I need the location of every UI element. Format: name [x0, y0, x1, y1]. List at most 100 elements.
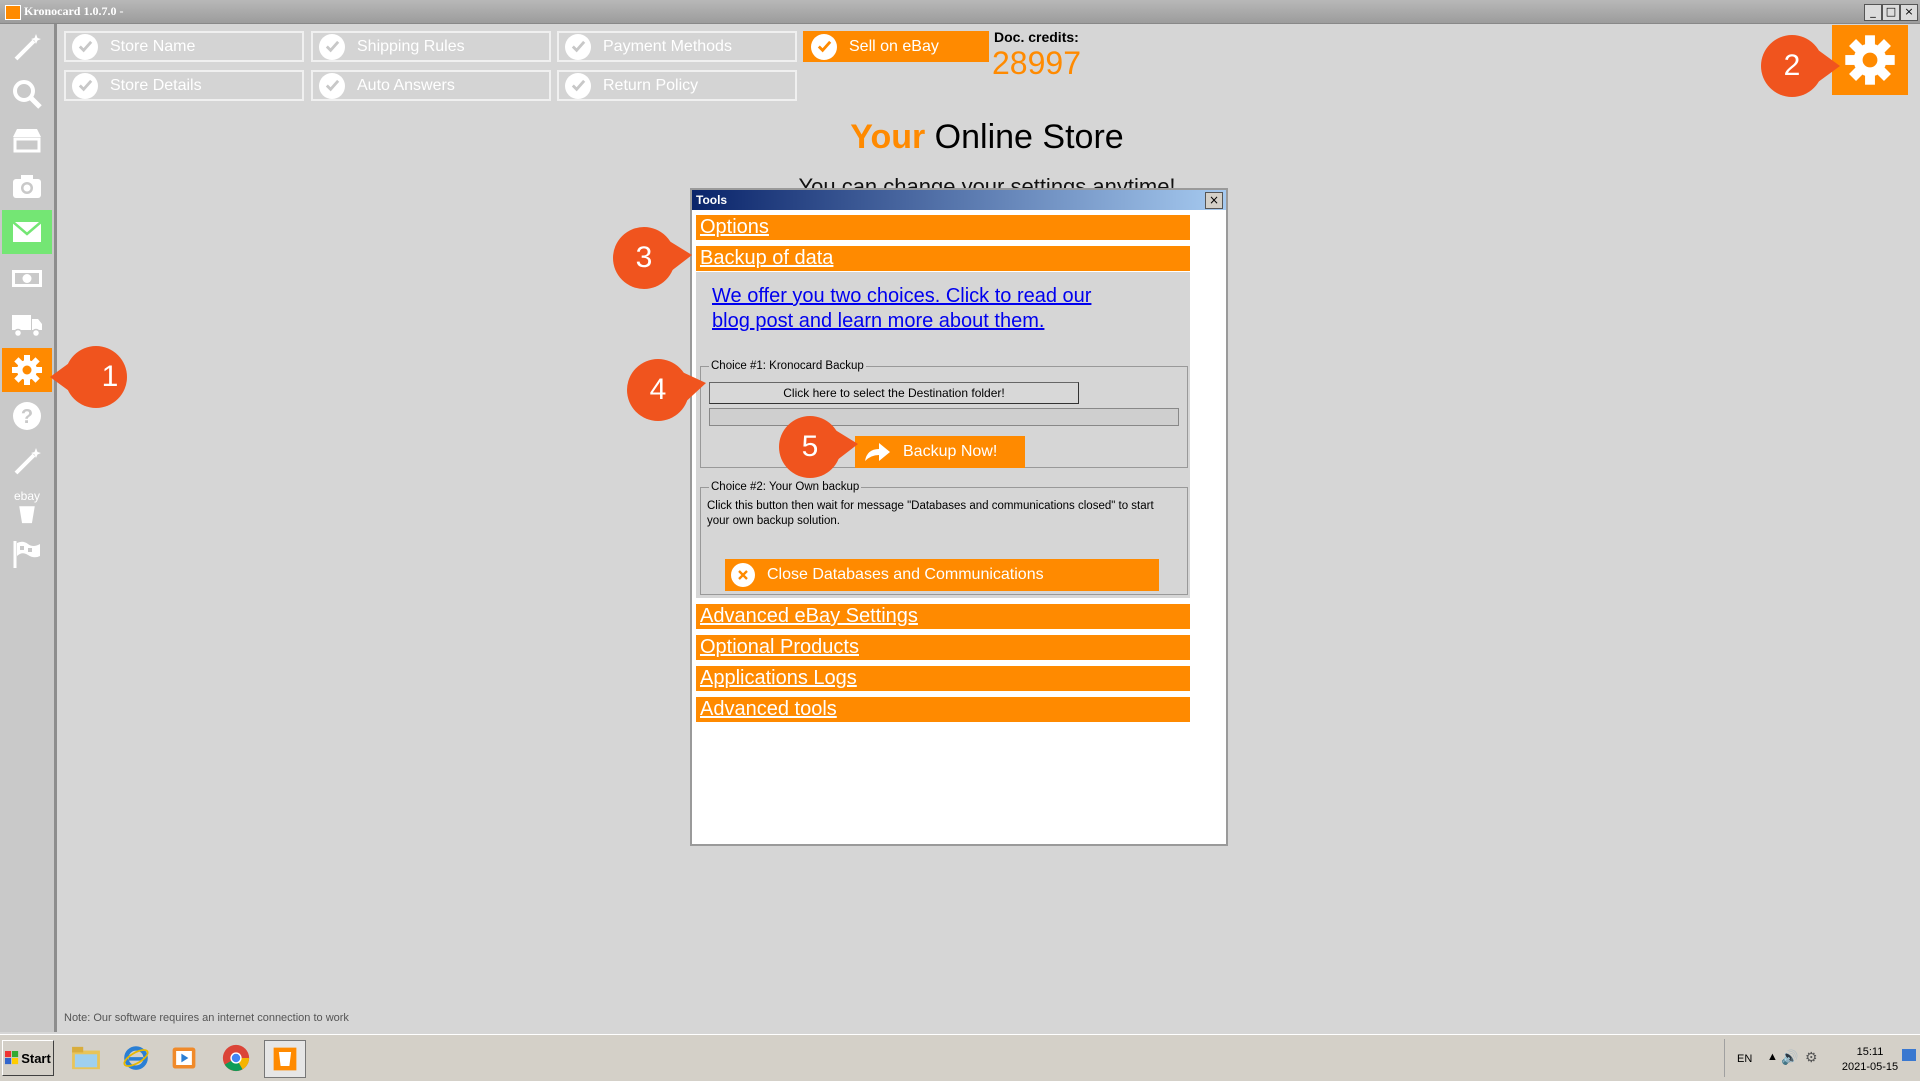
close-databases-button[interactable]: Close Databases and Communications — [725, 559, 1159, 591]
section-options[interactable]: Options — [696, 215, 1190, 240]
clock[interactable]: 15:11 2021-05-15 — [1830, 1045, 1910, 1075]
backup-now-button[interactable]: Backup Now! — [855, 436, 1025, 468]
shipping-rules-button[interactable]: Shipping Rules — [311, 31, 551, 62]
sidebar-item-shipping[interactable] — [2, 302, 52, 346]
select-destination-button[interactable]: Click here to select the Destination fol… — [709, 382, 1079, 404]
store-details-label: Store Details — [110, 76, 202, 94]
return-policy-button[interactable]: Return Policy — [557, 70, 797, 101]
callout-4-label: 4 — [649, 373, 667, 406]
check-icon — [319, 33, 345, 60]
ebay-label: ebay — [13, 489, 41, 503]
sidebar-item-ebay[interactable]: ebay — [2, 486, 52, 530]
sidebar-item-wizard-2[interactable] — [2, 440, 52, 484]
blog-post-link[interactable]: We offer you two choices. Click to read … — [712, 284, 1132, 334]
file-explorer-icon[interactable] — [66, 1040, 106, 1076]
start-button[interactable]: Start — [2, 1040, 54, 1076]
kronocard-icon[interactable] — [264, 1040, 306, 1078]
sidebar-item-settings[interactable] — [2, 348, 52, 392]
chrome-icon[interactable] — [216, 1040, 256, 1076]
check-icon — [72, 33, 98, 60]
check-icon — [811, 33, 837, 60]
backup-now-label: Backup Now! — [903, 443, 998, 460]
sidebar-item-payments[interactable] — [2, 256, 52, 300]
callout-2: 2 — [1758, 33, 1840, 97]
credits-label: Doc. credits: — [994, 29, 1079, 45]
store-name-button[interactable]: Store Name — [64, 31, 304, 62]
page-title-rest: Online Store — [925, 118, 1124, 156]
minimize-button[interactable]: _ — [1864, 4, 1882, 21]
clock-date: 2021-05-15 — [1841, 1061, 1899, 1073]
return-policy-label: Return Policy — [603, 76, 699, 94]
help-icon: ? — [13, 402, 41, 430]
settings-gear-button[interactable] — [1832, 25, 1908, 95]
page-title: Your Online Store — [0, 118, 1920, 157]
dialog-close-button[interactable]: × — [1205, 192, 1223, 209]
window-title-bar: Kronocard 1.0.7.0 - _ □ × — [0, 0, 1920, 24]
section-app-logs[interactable]: Applications Logs — [696, 666, 1190, 691]
network-icon[interactable]: ⚙ — [1805, 1049, 1818, 1066]
sidebar-item-help[interactable]: ? — [2, 394, 52, 438]
internet-explorer-icon[interactable] — [116, 1040, 156, 1076]
section-advanced-tools[interactable]: Advanced tools — [696, 697, 1190, 722]
sidebar-item-wizard[interactable] — [2, 26, 52, 70]
money-icon — [12, 270, 42, 287]
sidebar-item-search[interactable] — [2, 72, 52, 116]
volume-icon[interactable]: 🔊 — [1781, 1049, 1798, 1066]
callout-1: 1 — [50, 344, 134, 408]
callout-5: 5 — [776, 414, 858, 478]
window-title: Kronocard 1.0.7.0 - — [24, 4, 124, 18]
choice2-group: Choice #2: Your Own backup Click this bu… — [700, 481, 1188, 595]
search-icon — [13, 80, 42, 109]
callout-1-label: 1 — [101, 360, 119, 393]
choice2-description: Click this button then wait for message … — [707, 500, 1154, 527]
backup-panel: We offer you two choices. Click to read … — [696, 272, 1190, 598]
callout-5-label: 5 — [801, 430, 819, 463]
section-advanced-ebay[interactable]: Advanced eBay Settings — [696, 604, 1190, 629]
start-label: Start — [21, 1050, 51, 1066]
language-indicator[interactable]: EN — [1737, 1053, 1752, 1065]
choice2-legend: Choice #2: Your Own backup — [711, 481, 860, 493]
svg-text:?: ? — [21, 406, 33, 428]
payment-methods-button[interactable]: Payment Methods — [557, 31, 797, 62]
sell-on-ebay-button[interactable]: Sell on eBay — [803, 31, 989, 62]
connection-note: Note: Our software requires an internet … — [64, 1012, 349, 1024]
close-databases-label: Close Databases and Communications — [767, 566, 1044, 583]
choice1-legend: Choice #1: Kronocard Backup — [711, 360, 864, 372]
magic-wand-icon — [14, 34, 41, 61]
tray-expand-icon[interactable]: ▲ — [1767, 1051, 1778, 1063]
clock-time: 15:11 — [1856, 1046, 1884, 1058]
flags-icon — [13, 541, 40, 568]
callout-3: 3 — [610, 225, 692, 289]
check-icon — [565, 72, 591, 99]
gear-icon — [12, 355, 42, 385]
callout-2-label: 2 — [1783, 49, 1801, 82]
magic-wand-icon — [14, 448, 41, 475]
callout-3-label: 3 — [635, 241, 653, 274]
store-details-button[interactable]: Store Details — [64, 70, 304, 101]
choice1-group: Choice #1: Kronocard Backup Click here t… — [700, 360, 1188, 468]
section-optional-products[interactable]: Optional Products — [696, 635, 1190, 660]
close-window-button[interactable]: × — [1900, 4, 1918, 21]
taskbar: Start EN ▲ 🔊 ⚙ 15:11 2021-05-15 — [0, 1034, 1920, 1081]
auto-answers-button[interactable]: Auto Answers — [311, 70, 551, 101]
page-title-your: Your — [850, 118, 926, 156]
tools-dialog: Tools × Options Backup of data We offer … — [690, 188, 1228, 846]
share-arrow-icon — [865, 443, 890, 461]
windows-logo-icon — [5, 1051, 19, 1065]
app-icon — [5, 5, 21, 20]
dialog-title: Tools — [692, 190, 1226, 210]
media-player-icon[interactable] — [164, 1040, 204, 1076]
store-name-label: Store Name — [110, 37, 196, 55]
maximize-button[interactable]: □ — [1882, 4, 1900, 21]
credits-value: 28997 — [992, 45, 1081, 81]
payment-methods-label: Payment Methods — [603, 37, 732, 55]
envelope-icon — [12, 221, 42, 242]
gear-icon — [1845, 35, 1895, 85]
check-icon — [319, 72, 345, 99]
shipping-rules-label: Shipping Rules — [357, 37, 465, 55]
sidebar-item-messages[interactable] — [2, 210, 52, 254]
check-icon — [565, 33, 591, 60]
sidebar-item-languages[interactable] — [2, 532, 52, 576]
section-backup[interactable]: Backup of data — [696, 246, 1190, 271]
show-desktop-icon[interactable] — [1902, 1049, 1916, 1061]
